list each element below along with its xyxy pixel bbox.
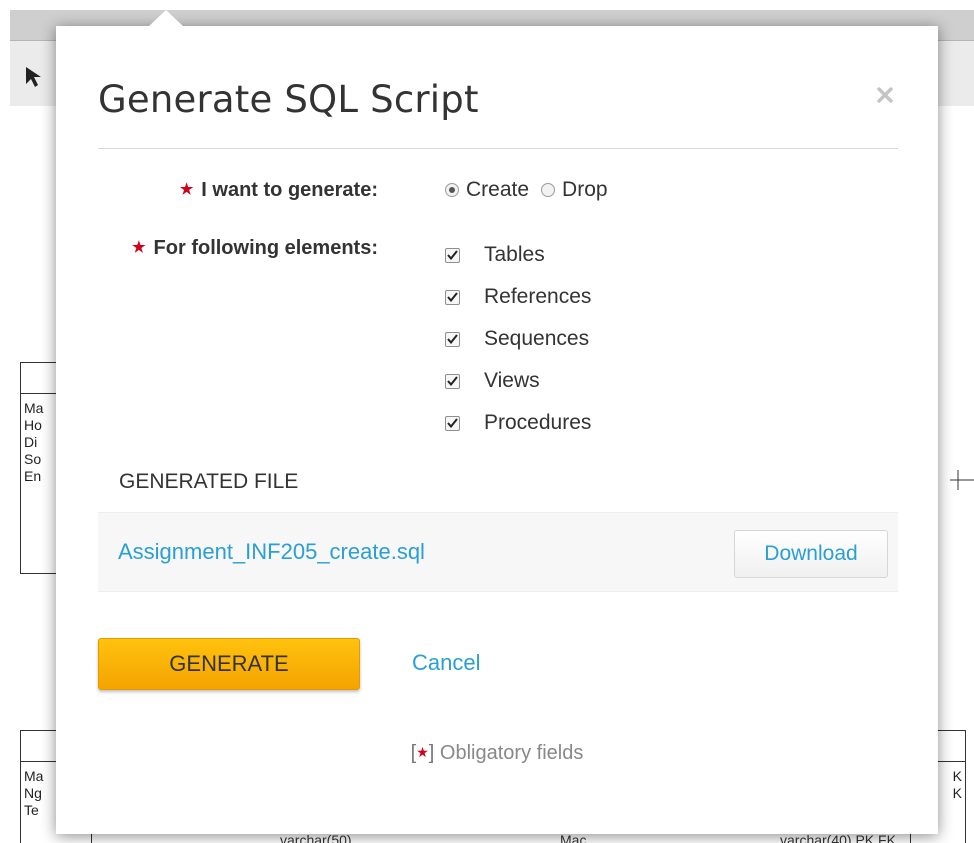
checkbox-procedures-label: Procedures: [484, 411, 592, 434]
generate-type-label-text: I want to generate:: [201, 179, 378, 201]
elements-label-text: For following elements:: [153, 237, 378, 259]
radio-create-selected-icon[interactable]: [445, 183, 459, 197]
checkbox-views[interactable]: Views: [445, 360, 591, 402]
checkbox-references-label: References: [484, 285, 592, 308]
checkbox-sequences[interactable]: Sequences: [445, 318, 591, 360]
checkbox-procedures[interactable]: Procedures: [445, 402, 591, 444]
elements-checkbox-list: Tables References Sequences Views Proced…: [445, 234, 591, 444]
checkmark-icon: [447, 250, 458, 260]
dialog-title: Generate SQL Script: [98, 78, 479, 121]
close-icon[interactable]: [874, 84, 896, 106]
bracket-close: ]: [428, 742, 435, 764]
generated-file-row: Assignment_INF205_create.sql Download: [98, 512, 898, 592]
checkmark-icon: [447, 376, 458, 386]
checkbox-checked-icon[interactable]: [445, 289, 460, 305]
checkbox-sequences-label: Sequences: [484, 327, 590, 350]
radio-drop[interactable]: Drop: [541, 178, 608, 202]
checkbox-checked-icon[interactable]: [445, 373, 460, 389]
radio-drop-unselected-icon[interactable]: [541, 183, 556, 197]
generate-button[interactable]: GENERATE: [98, 638, 360, 690]
required-star-icon: ★: [179, 181, 194, 198]
generate-sql-dialog: Generate SQL Script ★ I want to generate:…: [56, 10, 938, 834]
relationship-connector: [950, 470, 974, 490]
obligatory-fields-text: Obligatory fields: [439, 742, 584, 764]
checkbox-tables-label: Tables: [484, 243, 545, 266]
checkmark-icon: [447, 292, 458, 302]
download-button[interactable]: Download: [734, 530, 888, 578]
generated-file-link[interactable]: Assignment_INF205_create.sql: [118, 539, 425, 565]
checkbox-tables[interactable]: Tables: [445, 234, 591, 276]
title-divider: [98, 148, 898, 149]
required-star-icon: ★: [132, 239, 146, 256]
obligatory-fields-note: [★] Obligatory fields: [56, 742, 938, 765]
checkbox-checked-icon[interactable]: [445, 247, 460, 263]
elements-label: ★ For following elements:: [116, 234, 378, 262]
checkbox-checked-icon[interactable]: [445, 331, 460, 347]
checkbox-checked-icon[interactable]: [445, 415, 460, 431]
radio-dot: [449, 187, 455, 193]
checkbox-references[interactable]: References: [445, 276, 591, 318]
radio-create-label: Create: [466, 178, 530, 201]
generate-type-label: ★ I want to generate:: [116, 176, 378, 204]
checkbox-views-label: Views: [484, 369, 540, 392]
dialog-pointer-notch: [148, 10, 184, 27]
required-star-icon: ★: [416, 744, 429, 760]
pointer-tool-icon[interactable]: [22, 64, 48, 90]
checkmark-icon: [447, 334, 458, 344]
radio-create[interactable]: Create: [445, 178, 529, 202]
cancel-link[interactable]: Cancel: [412, 650, 480, 676]
radio-drop-label: Drop: [562, 178, 608, 201]
generate-type-radio-group: Create Drop: [445, 176, 620, 204]
checkmark-icon: [447, 418, 458, 428]
generated-file-heading: GENERATED FILE: [119, 470, 299, 493]
